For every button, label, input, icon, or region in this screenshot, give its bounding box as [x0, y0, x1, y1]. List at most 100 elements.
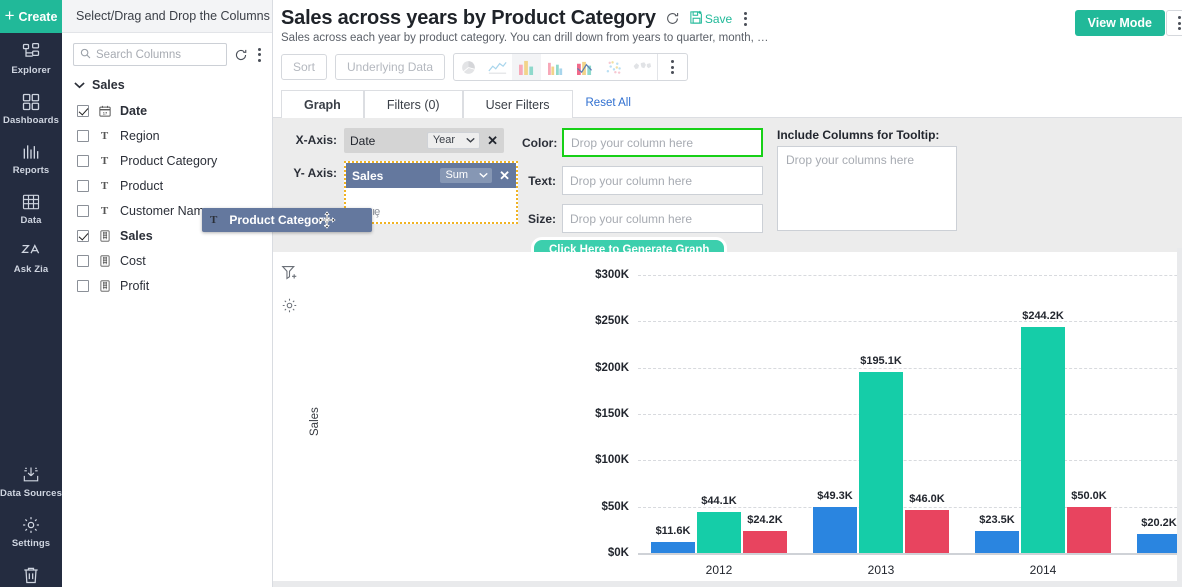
x-axis-line [638, 553, 1182, 555]
x-axis-tick[interactable]: 2014 [1030, 563, 1057, 577]
column-checkbox[interactable] [77, 154, 89, 167]
column-item[interactable]: T Product Category [62, 148, 272, 173]
edge-panel-toggle[interactable] [1166, 10, 1182, 36]
color-shelf-row: Color: Drop your column here [522, 128, 763, 157]
chart-bar[interactable] [1067, 506, 1111, 553]
create-label: Create [18, 9, 58, 24]
save-button[interactable]: Save [689, 10, 732, 28]
y-axis-aggregation-select[interactable]: Sum [440, 168, 493, 183]
text-dropzone[interactable]: Drop your column here [562, 166, 763, 195]
column-checkbox[interactable] [77, 129, 89, 142]
gridline [638, 414, 1182, 415]
gridline [638, 460, 1182, 462]
x-axis-tick[interactable]: 2012 [706, 563, 733, 577]
chart-more-icon[interactable] [658, 54, 687, 80]
chart-bar[interactable] [743, 530, 787, 553]
sidebar-item-data[interactable]: Data [0, 183, 62, 233]
reset-all-link[interactable]: Reset All [586, 97, 631, 117]
refresh-icon[interactable] [665, 11, 680, 26]
bar-value-label: $44.1K [701, 495, 737, 508]
column-checkbox[interactable] [77, 229, 89, 242]
refresh-icon[interactable] [234, 48, 248, 62]
gear-icon [21, 515, 41, 535]
bar-chart-icon[interactable] [512, 54, 542, 80]
sidebar-item-label: Ask Zia [13, 264, 49, 275]
y-axis-remove-icon[interactable]: ✕ [499, 169, 510, 182]
sidebar-item-reports[interactable]: Reports [0, 133, 62, 183]
column-checkbox[interactable] [77, 204, 89, 217]
create-button[interactable]: + Create [0, 0, 62, 33]
tab-filters[interactable]: Filters (0) [363, 90, 463, 118]
title-row: Sales across years by Product Category S… [281, 7, 1182, 30]
chart-bar[interactable] [651, 542, 695, 553]
x-axis-dropzone[interactable]: Date Year ✕ [344, 128, 504, 153]
column-checkbox[interactable] [77, 254, 89, 267]
sidebar-item-ask-zia[interactable]: Ask Zia [0, 233, 62, 282]
sidebar-item-data-sources[interactable]: Data Sources [0, 456, 62, 506]
chart-bar[interactable] [1021, 326, 1065, 553]
line-chart-icon[interactable] [483, 54, 512, 80]
report-more-icon[interactable] [741, 10, 750, 28]
color-dropzone[interactable]: Drop your column here [562, 128, 763, 157]
size-dropzone[interactable]: Drop your column here [562, 204, 763, 233]
data-icon [21, 192, 41, 212]
column-item[interactable]: Profit [62, 273, 272, 298]
chart-bar[interactable] [975, 531, 1019, 553]
pie-chart-icon[interactable] [454, 54, 483, 80]
x-axis-remove-icon[interactable]: ✕ [487, 134, 498, 147]
chart-bar[interactable] [697, 512, 741, 553]
sidebar-item-trash[interactable] [0, 556, 62, 587]
save-icon [689, 10, 704, 28]
tab-user-filters[interactable]: User Filters [462, 90, 573, 118]
map-chart-icon[interactable] [628, 54, 657, 80]
combo-chart-icon[interactable] [570, 54, 599, 80]
text-column-icon: T [210, 214, 218, 226]
y-axis-label: Y- Axis: [293, 166, 337, 180]
search-icon [80, 46, 91, 64]
column-list: 17 Date T Region T Product Category T Product T C… [62, 98, 272, 298]
x-axis-label: X-Axis: [295, 133, 337, 147]
column-checkbox[interactable] [77, 179, 89, 192]
column-item[interactable]: T Region [62, 123, 272, 148]
report-header: Sales across years by Product Category S… [273, 0, 1182, 44]
text-column-icon: T [100, 154, 109, 167]
chart-bar[interactable] [1137, 534, 1181, 553]
chart-bar[interactable] [859, 372, 903, 553]
scatter-chart-icon[interactable] [599, 54, 628, 80]
column-item[interactable]: 17 Date [62, 98, 272, 123]
tooltip-dropzone[interactable]: Drop your columns here [777, 146, 957, 231]
chart-bar[interactable] [813, 507, 857, 553]
x-axis-tick[interactable]: 2013 [868, 563, 895, 577]
columns-more-icon[interactable] [255, 46, 264, 64]
grouped-bar-chart-icon[interactable] [541, 54, 570, 80]
tab-graph[interactable]: Graph [281, 90, 364, 118]
y-axis-pill[interactable]: Sales Sum ✕ [346, 163, 516, 188]
search-columns-box[interactable] [73, 43, 227, 66]
drag-ghost: T Product Category [202, 208, 372, 232]
horizontal-scrollbar[interactable] [273, 581, 1182, 587]
x-axis-pill[interactable]: Date Year ✕ [344, 128, 504, 153]
sidebar-item-explorer[interactable]: Explorer [0, 33, 62, 83]
column-item-label: Sales [120, 228, 153, 243]
column-checkbox[interactable] [77, 279, 89, 292]
text-shelf-row: Text: Drop your column here [522, 166, 763, 195]
tooltip-label: Include Columns for Tooltip: [777, 128, 940, 142]
sidebar-item-dashboards[interactable]: Dashboards [0, 83, 62, 133]
column-item[interactable]: Cost [62, 248, 272, 273]
column-checkbox[interactable] [77, 104, 89, 117]
chart-bar[interactable] [905, 510, 949, 553]
column-item-label: Product Category [120, 153, 218, 168]
x-axis-aggregation-select[interactable]: Year [426, 132, 481, 149]
column-group-label: Sales [92, 78, 125, 92]
vertical-scrollbar[interactable] [1177, 248, 1182, 581]
underlying-data-button[interactable]: Underlying Data [335, 54, 446, 80]
column-item[interactable]: T Product [62, 173, 272, 198]
sort-button[interactable]: Sort [281, 54, 328, 80]
color-label: Color: [522, 135, 558, 150]
y-axis-tick: $200K [595, 361, 629, 374]
measure-column-icon [98, 279, 111, 292]
search-input[interactable] [96, 48, 220, 61]
view-mode-button[interactable]: View Mode [1074, 10, 1165, 36]
column-group-sales[interactable]: Sales [62, 72, 272, 98]
sidebar-item-settings[interactable]: Settings [0, 506, 62, 556]
